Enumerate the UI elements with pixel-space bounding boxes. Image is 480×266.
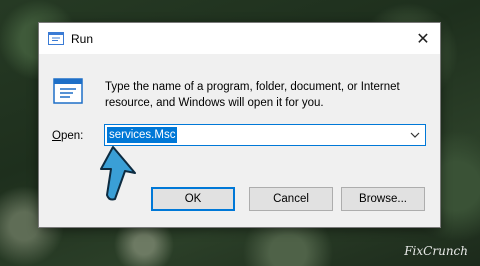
run-description: Type the name of a program, folder, docu… [105, 81, 400, 109]
watermark-logo: FixCrunch [404, 244, 468, 258]
open-label: Open: [52, 130, 83, 142]
chevron-down-icon[interactable] [409, 128, 421, 142]
button-row: OK Cancel Browse... [39, 178, 440, 229]
open-label-text: pen: [60, 130, 84, 142]
browse-button[interactable]: Browse... [341, 187, 425, 211]
title-bar[interactable]: Run ✕ [39, 23, 440, 54]
cancel-button[interactable]: Cancel [249, 187, 333, 211]
open-label-accelerator: O [52, 130, 61, 142]
run-dialog: Run ✕ Type the name of a program, folder… [38, 22, 441, 228]
window-title: Run [71, 32, 94, 46]
run-app-icon [48, 32, 64, 45]
ok-button[interactable]: OK [151, 187, 235, 211]
open-combobox[interactable]: services.Msc [104, 124, 426, 146]
close-icon: ✕ [416, 30, 430, 48]
close-button[interactable]: ✕ [406, 23, 440, 54]
run-app-icon [53, 78, 83, 104]
